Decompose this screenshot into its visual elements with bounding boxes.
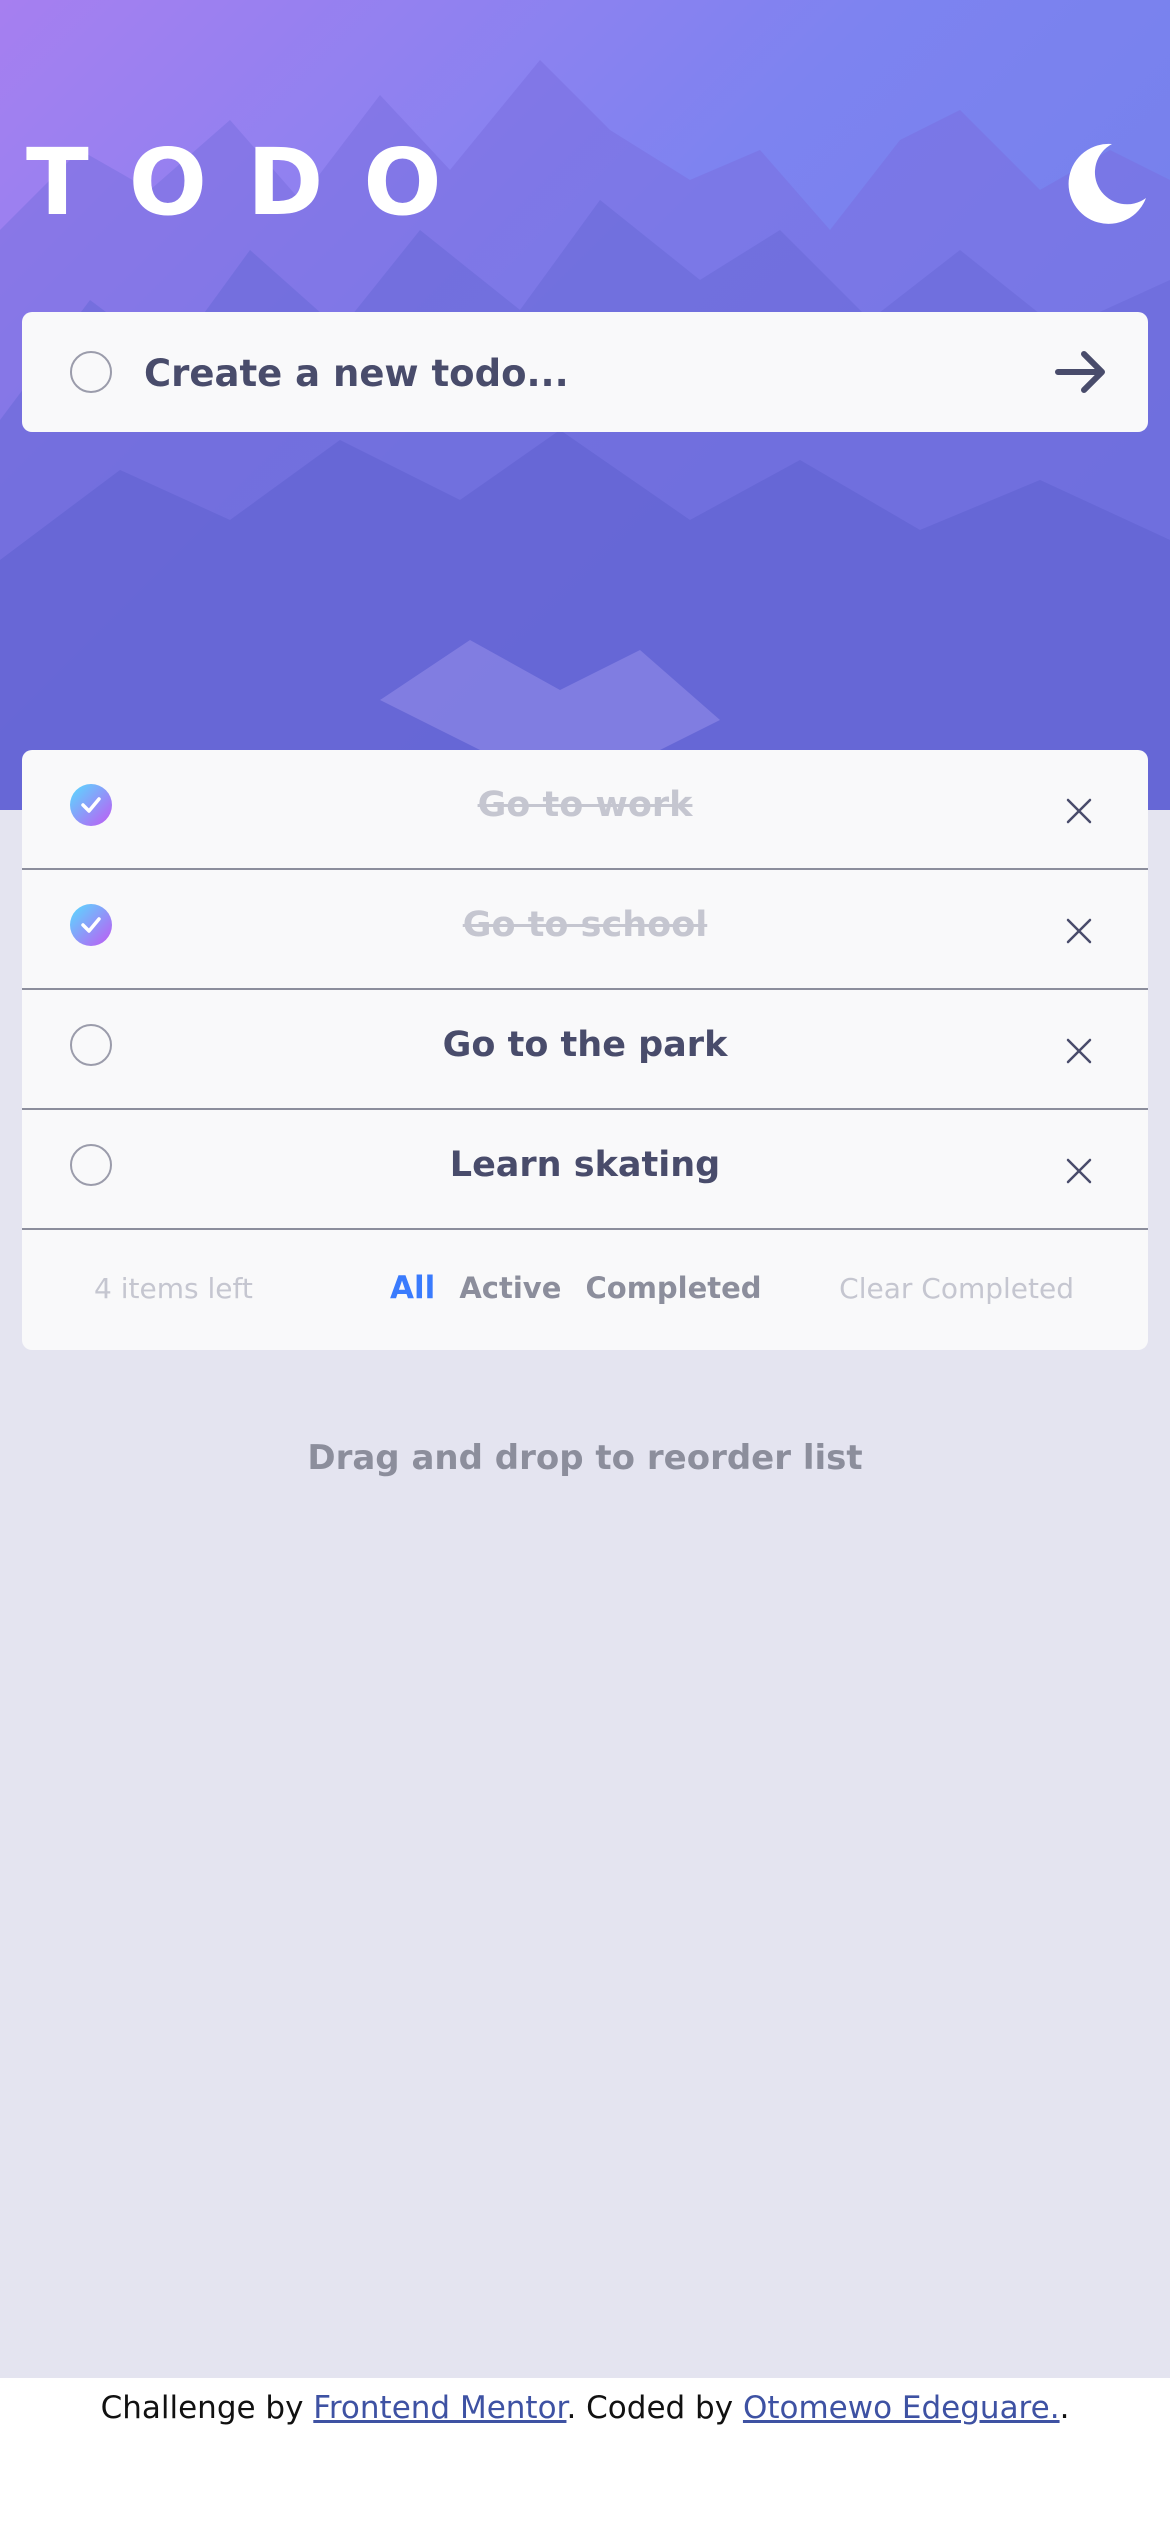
frontend-mentor-link[interactable]: Frontend Mentor — [313, 2390, 566, 2426]
todo-item[interactable]: Learn skating — [22, 1110, 1148, 1230]
filter-active[interactable]: Active — [459, 1271, 561, 1305]
close-icon — [1066, 798, 1092, 824]
delete-todo-button[interactable] — [1062, 1154, 1096, 1188]
todo-item[interactable]: Go to the park — [22, 990, 1148, 1110]
list-footer: 4 items left All Active Completed Clear … — [22, 1230, 1148, 1350]
new-todo-bar — [22, 312, 1148, 432]
todo-item[interactable]: Go to school — [22, 870, 1148, 990]
todo-checkbox[interactable] — [70, 1024, 112, 1066]
delete-todo-button[interactable] — [1062, 794, 1096, 828]
todo-checkbox[interactable] — [70, 784, 112, 826]
check-icon — [81, 797, 101, 813]
close-icon — [1066, 1158, 1092, 1184]
attribution: Challenge by Frontend Mentor. Coded by O… — [0, 2378, 1170, 2532]
todo-text: Go to the park — [442, 1025, 728, 1065]
theme-toggle-button[interactable] — [1062, 140, 1150, 228]
attribution-prefix: Challenge by — [100, 2390, 314, 2426]
arrow-right-icon — [1055, 351, 1105, 393]
attribution-suffix: . — [1059, 2390, 1070, 2426]
check-icon — [81, 917, 101, 933]
author-link[interactable]: Otomewo Edeguare. — [743, 2390, 1060, 2426]
clear-completed-button[interactable]: Clear Completed — [839, 1272, 1074, 1305]
attribution-middle: . Coded by — [566, 2390, 743, 2426]
app-title: TODO — [26, 129, 482, 236]
delete-todo-button[interactable] — [1062, 1034, 1096, 1068]
todo-checkbox[interactable] — [70, 1144, 112, 1186]
todo-text: Go to school — [462, 905, 708, 945]
todo-text: Learn skating — [449, 1145, 721, 1185]
items-left-count: 4 items left — [94, 1272, 253, 1305]
close-icon — [1066, 1038, 1092, 1064]
delete-todo-button[interactable] — [1062, 914, 1096, 948]
filter-completed[interactable]: Completed — [585, 1271, 761, 1305]
new-todo-circle — [70, 351, 112, 393]
todo-item[interactable]: Go to work — [22, 750, 1148, 870]
new-todo-input[interactable] — [142, 342, 1026, 404]
moon-icon — [1068, 143, 1146, 224]
filter-group: All Active Completed — [390, 1270, 776, 1306]
todo-text: Go to work — [477, 785, 693, 825]
todo-list: Go to work Go to school Go to the park L… — [22, 750, 1148, 1350]
todo-checkbox[interactable] — [70, 904, 112, 946]
filter-all[interactable]: All — [390, 1270, 435, 1306]
submit-todo-button[interactable] — [1052, 346, 1112, 398]
close-icon — [1066, 918, 1092, 944]
reorder-hint: Drag and drop to reorder list — [307, 1438, 863, 1478]
